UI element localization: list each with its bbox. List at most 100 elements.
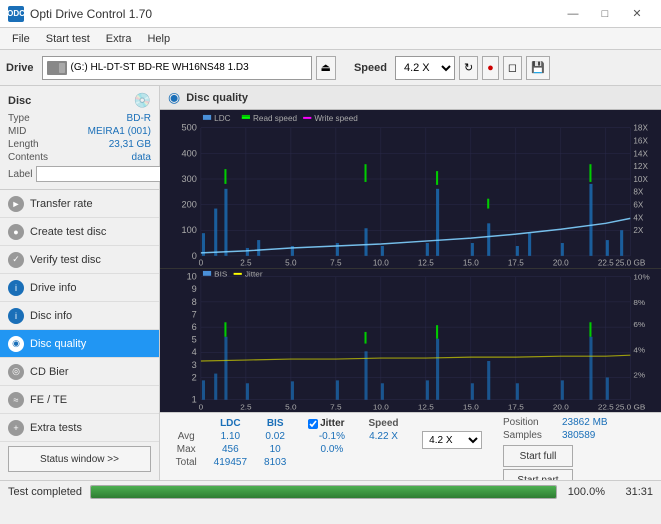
minimize-button[interactable]: —	[557, 4, 589, 24]
start-full-button[interactable]: Start full	[503, 445, 573, 467]
bottom-chart: 10 9 8 7 6 5 4 3 2 1 10% 8%	[160, 269, 661, 412]
ldc-header: LDC	[204, 417, 256, 430]
svg-text:3: 3	[192, 360, 197, 370]
svg-text:25.0 GB: 25.0 GB	[615, 259, 645, 268]
svg-text:15.0: 15.0	[463, 402, 479, 411]
mid-label: MID	[8, 126, 26, 137]
nav-cd-bier-label: CD Bier	[30, 366, 69, 378]
max-jitter: 0.0%	[304, 443, 360, 456]
svg-text:8%: 8%	[633, 298, 645, 307]
charts-container: 500 400 300 200 100 0 18X 16X 14X 12X 10…	[160, 110, 661, 412]
bis-header: BIS	[256, 417, 294, 430]
quality-header: ◉ Disc quality	[160, 86, 661, 110]
type-label: Type	[8, 113, 30, 124]
jitter-checkbox[interactable]	[308, 419, 318, 429]
extra-tests-icon: +	[8, 420, 24, 436]
eject-button[interactable]: ⏏	[316, 56, 336, 80]
nav-extra-tests[interactable]: + Extra tests	[0, 414, 159, 442]
nav-disc-info[interactable]: i Disc info	[0, 302, 159, 330]
maximize-button[interactable]: □	[589, 4, 621, 24]
svg-text:0: 0	[192, 251, 197, 261]
avg-ldc: 1.10	[204, 430, 256, 443]
nav-fe-te[interactable]: ≈ FE / TE	[0, 386, 159, 414]
status-window-button[interactable]: Status window >>	[8, 446, 151, 472]
nav-verify-test-disc[interactable]: ✓ Verify test disc	[0, 246, 159, 274]
svg-text:17.5: 17.5	[508, 259, 524, 268]
menu-extra[interactable]: Extra	[98, 31, 140, 47]
nav-create-test-disc[interactable]: ● Create test disc	[0, 218, 159, 246]
drive-label: Drive	[6, 62, 34, 74]
transfer-rate-icon: ►	[8, 196, 24, 212]
svg-text:10%: 10%	[633, 273, 649, 282]
speed-dropdown[interactable]: 4.2 X	[422, 431, 482, 449]
menu-bar: File Start test Extra Help	[0, 28, 661, 50]
svg-text:7: 7	[192, 309, 197, 319]
svg-text:4X: 4X	[633, 214, 644, 223]
nav-transfer-rate-label: Transfer rate	[30, 198, 93, 210]
samples-value: 380589	[562, 430, 595, 441]
app-title: Opti Drive Control 1.70	[30, 7, 152, 21]
svg-text:12.5: 12.5	[418, 259, 434, 268]
svg-text:5.0: 5.0	[285, 402, 297, 411]
main-layout: Disc 💿 Type BD-R MID MEIRA1 (001) Length…	[0, 86, 661, 480]
svg-text:12X: 12X	[633, 162, 648, 171]
svg-text:4: 4	[192, 347, 197, 357]
svg-text:25.0 GB: 25.0 GB	[615, 402, 645, 411]
menu-help[interactable]: Help	[139, 31, 178, 47]
svg-text:200: 200	[181, 200, 196, 210]
bottom-chart-svg: 10 9 8 7 6 5 4 3 2 1 10% 8%	[160, 269, 661, 412]
svg-text:Write speed: Write speed	[314, 114, 357, 123]
svg-text:8: 8	[192, 297, 197, 307]
avg-jitter: -0.1%	[304, 430, 360, 443]
stats-bar: LDC BIS Jitter Speed	[160, 412, 661, 480]
svg-text:6X: 6X	[633, 201, 644, 210]
quality-header-title: Disc quality	[186, 92, 248, 104]
content-area: ◉ Disc quality	[160, 86, 661, 480]
progress-bar	[90, 485, 557, 499]
top-chart: 500 400 300 200 100 0 18X 16X 14X 12X 10…	[160, 110, 661, 269]
disc-button[interactable]: ●	[482, 56, 499, 80]
menu-start-test[interactable]: Start test	[38, 31, 98, 47]
svg-text:LDC: LDC	[214, 114, 231, 123]
drive-value: (G:) HL-DT-ST BD-RE WH16NS48 1.D3	[71, 62, 249, 73]
svg-text:4%: 4%	[633, 345, 645, 354]
title-bar: ODC Opti Drive Control 1.70 — □ ✕	[0, 0, 661, 28]
svg-text:300: 300	[181, 174, 196, 184]
max-ldc: 456	[204, 443, 256, 456]
nav-disc-quality[interactable]: ◉ Disc quality	[0, 330, 159, 358]
nav-drive-info[interactable]: i Drive info	[0, 274, 159, 302]
disc-panel: Disc 💿 Type BD-R MID MEIRA1 (001) Length…	[0, 86, 159, 190]
drive-selector[interactable]: (G:) HL-DT-ST BD-RE WH16NS48 1.D3	[42, 56, 312, 80]
svg-text:2%: 2%	[633, 370, 645, 379]
nav-cd-bier[interactable]: ◎ CD Bier	[0, 358, 159, 386]
speed-select[interactable]: 4.2 X	[395, 56, 455, 80]
disc-info-icon: i	[8, 308, 24, 324]
svg-text:7.5: 7.5	[330, 259, 342, 268]
nav-transfer-rate[interactable]: ► Transfer rate	[0, 190, 159, 218]
svg-text:6%: 6%	[633, 320, 645, 329]
type-value: BD-R	[127, 113, 151, 124]
refresh-button[interactable]: ↻	[459, 56, 478, 80]
cd-bier-icon: ◎	[8, 364, 24, 380]
close-button[interactable]: ✕	[621, 4, 653, 24]
svg-text:0: 0	[199, 402, 204, 411]
stats-table: LDC BIS Jitter Speed	[168, 417, 495, 476]
avg-bis: 0.02	[256, 430, 294, 443]
svg-text:2.5: 2.5	[240, 402, 252, 411]
contents-label: Contents	[8, 152, 48, 163]
menu-file[interactable]: File	[4, 31, 38, 47]
speed-header: Speed	[360, 417, 408, 430]
erase-button[interactable]: ◻	[503, 56, 522, 80]
svg-text:20.0: 20.0	[553, 402, 569, 411]
svg-text:0: 0	[199, 259, 204, 268]
start-part-button[interactable]: Start part	[503, 469, 573, 480]
svg-text:20.0: 20.0	[553, 259, 569, 268]
save-button[interactable]: 💾	[526, 56, 550, 80]
svg-text:BIS: BIS	[214, 270, 227, 279]
samples-label: Samples	[503, 430, 558, 441]
svg-text:14X: 14X	[633, 149, 648, 158]
position-value: 23862 MB	[562, 417, 608, 428]
label-input[interactable]	[36, 166, 174, 182]
length-value: 23,31 GB	[109, 139, 151, 150]
verify-test-disc-icon: ✓	[8, 252, 24, 268]
